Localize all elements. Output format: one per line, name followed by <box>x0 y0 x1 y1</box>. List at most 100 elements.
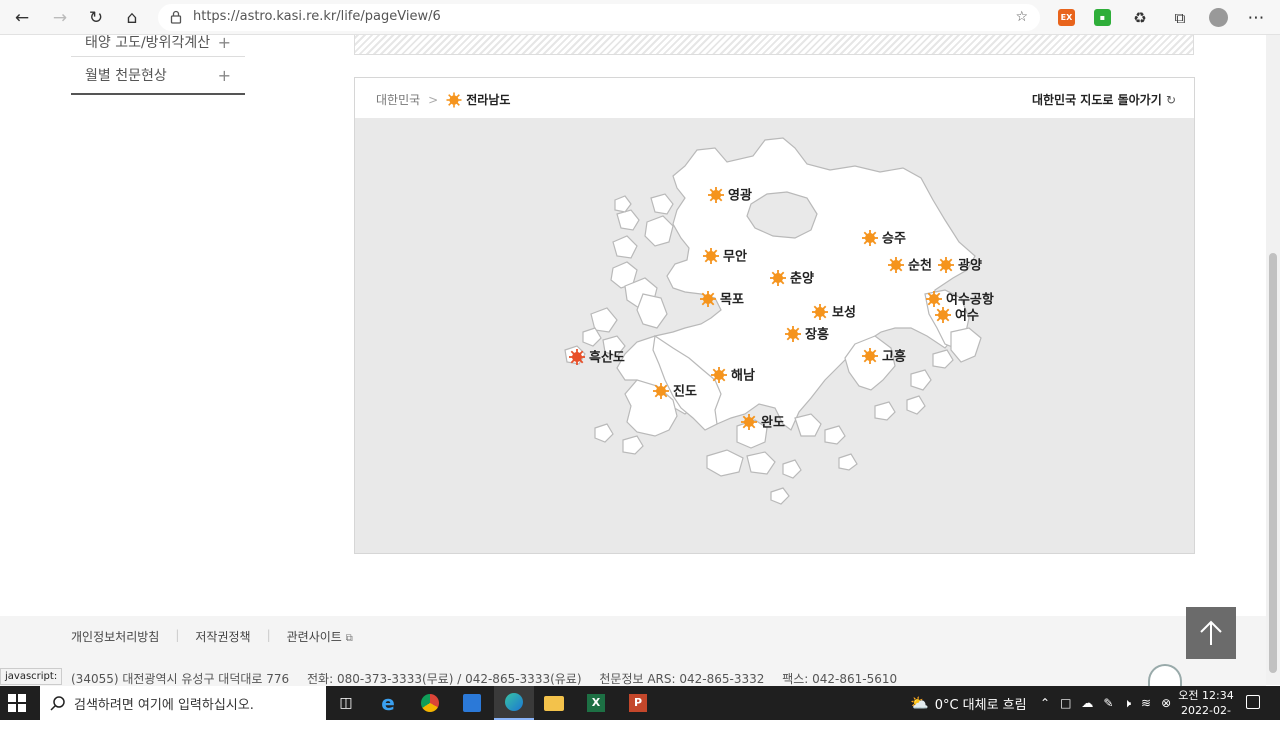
breadcrumb-separator-icon: > <box>428 92 439 107</box>
city-label: 장흥 <box>805 327 829 343</box>
sidebar-item-sun-altitude[interactable]: 태양 고도/방위각계산 + <box>71 35 245 57</box>
sun-icon <box>700 291 716 307</box>
new-window-icon: ⧉ <box>345 633 353 644</box>
back-icon[interactable]: ← <box>10 6 34 30</box>
task-view-icon[interactable]: ◫ <box>326 686 366 720</box>
calculator-app-icon[interactable] <box>452 686 492 720</box>
search-placeholder: 검색하려면 여기에 입력하십시오. <box>74 697 254 713</box>
sun-icon <box>935 307 951 323</box>
region-map-panel: 대한민국 > 전라남도 대한민국 지도로 돌아가기 ↻ 영광 승주 무안 춘양 … <box>354 77 1195 554</box>
chrome-icon[interactable] <box>410 686 450 720</box>
weather-text: 0°C 대체로 흐림 <box>934 697 1027 713</box>
internet-explorer-icon[interactable]: e <box>368 686 408 720</box>
scroll-to-top-button[interactable] <box>1186 607 1236 659</box>
notification-icon[interactable] <box>1246 695 1260 709</box>
breadcrumb-current: 전라남도 <box>466 93 511 107</box>
plus-icon: + <box>217 35 231 52</box>
pen-icon[interactable]: ✎ <box>1103 696 1113 710</box>
certification-logo <box>1148 664 1182 686</box>
address-bar[interactable]: https://astro.kasi.re.kr/life/pageView/6… <box>158 4 1040 31</box>
weather-widget[interactable]: ⛅ 0°C 대체로 흐림 <box>910 686 1027 720</box>
sidebar-menu: 태양 고도/방위각계산 + 월별 천문현상 + <box>71 35 245 95</box>
breadcrumb: 대한민국 > 전라남도 <box>376 91 510 108</box>
city-marker-12[interactable]: 흑산도 <box>569 349 625 366</box>
back-link-label: 대한민국 지도로 돌아가기 <box>1031 93 1162 107</box>
wifi-icon[interactable]: ≋ <box>1141 696 1151 710</box>
clock-time: 오전 12:34 <box>1178 689 1234 702</box>
volume-icon[interactable]: 🕨 <box>1123 696 1131 711</box>
more-menu-icon[interactable]: ⋯ <box>1244 6 1268 30</box>
sun-icon <box>926 291 942 307</box>
footer-link-copyright[interactable]: 저작권정책 <box>179 628 266 645</box>
extension-ex-icon[interactable]: EX <box>1058 9 1075 26</box>
taskbar-search-input[interactable]: 검색하려면 여기에 입력하십시오. <box>40 686 326 720</box>
windows-taskbar: 검색하려면 여기에 입력하십시오. ◫ e X P ⛅ 0°C 대체로 흐림 ⌃… <box>0 686 1280 732</box>
footer-link-privacy[interactable]: 개인정보처리방침 <box>71 628 175 645</box>
footer-links: 개인정보처리방침 | 저작권정책 | 관련사이트 ⧉ <box>71 628 369 645</box>
site-footer: 개인정보처리방침 | 저작권정책 | 관련사이트 ⧉ (34055) 대전광역시… <box>0 616 1266 686</box>
favorite-star-icon[interactable]: ☆ <box>1015 9 1028 25</box>
footer-ars: 천문정보 ARS: 042-865-3332 <box>599 672 765 686</box>
profile-avatar[interactable] <box>1209 8 1228 27</box>
scrollbar-thumb[interactable] <box>1269 253 1277 673</box>
browser-toolbar: ← → ↻ ⌂ https://astro.kasi.re.kr/life/pa… <box>0 0 1280 35</box>
extensions-puzzle-icon[interactable]: ♻ <box>1128 6 1152 30</box>
footer-address: (34055) 대전광역시 유성구 대덕대로 776 <box>71 672 290 686</box>
file-explorer-icon[interactable] <box>534 686 574 720</box>
search-icon <box>50 696 65 711</box>
city-label: 여수 <box>955 308 979 324</box>
sun-icon-red <box>569 349 585 365</box>
status-bar-tooltip: javascript: <box>0 668 63 685</box>
sun-icon <box>770 270 786 286</box>
breadcrumb-root[interactable]: 대한민국 <box>376 91 420 108</box>
taskbar-clock[interactable]: 오전 12:34 2022-02-08 <box>1176 688 1236 733</box>
sun-icon <box>711 367 727 383</box>
sun-icon <box>703 248 719 264</box>
city-label: 목포 <box>720 293 744 308</box>
city-label: 해남 <box>731 368 755 384</box>
refresh-arrow-icon: ↻ <box>1165 93 1176 107</box>
meet-now-icon[interactable]: □ <box>1060 696 1071 710</box>
sidebar-item-label: 태양 고도/방위각계산 <box>85 35 211 51</box>
home-icon[interactable]: ⌂ <box>120 6 144 30</box>
excel-icon[interactable]: X <box>576 686 616 720</box>
city-label: 순천 <box>908 259 932 274</box>
related-sites-label: 관련사이트 <box>286 630 342 644</box>
sidebar-item-label: 월별 천문현상 <box>85 68 167 84</box>
sun-icon <box>888 257 904 273</box>
city-label: 승주 <box>882 232 906 247</box>
powerpoint-icon[interactable]: P <box>618 686 658 720</box>
extension-green-icon[interactable]: ▪ <box>1094 9 1111 26</box>
sun-icon <box>938 257 954 273</box>
city-label: 진도 <box>673 384 697 400</box>
sun-icon <box>785 326 801 342</box>
close-circle-icon[interactable]: ⊗ <box>1161 696 1171 710</box>
system-tray: ⌃ □ ☁ ✎ 🕨 ≋ ⊗ <box>1040 686 1171 720</box>
city-label: 춘양 <box>790 272 814 287</box>
chevron-up-icon[interactable]: ⌃ <box>1040 696 1050 710</box>
collections-icon[interactable]: ⧉ <box>1168 6 1192 30</box>
footer-link-related-sites[interactable]: 관련사이트 ⧉ <box>271 628 369 645</box>
edge-browser-icon[interactable] <box>494 686 534 720</box>
url-text: https://astro.kasi.re.kr/life/pageView/6 <box>193 9 441 24</box>
reload-icon[interactable]: ↻ <box>84 6 108 30</box>
arrow-up-icon <box>1200 620 1222 645</box>
sidebar-item-monthly-phenomena[interactable]: 월별 천문현상 + <box>71 57 245 95</box>
footer-fax: 팩스: 042-861-5610 <box>782 672 898 686</box>
back-to-korea-map-link[interactable]: 대한민국 지도로 돌아가기 ↻ <box>1032 91 1176 108</box>
sun-icon <box>446 92 462 107</box>
windows-start-icon[interactable] <box>8 694 26 712</box>
sun-icon <box>862 348 878 364</box>
sun-icon <box>741 414 757 430</box>
footer-phone: 전화: 080-373-3333(무료) / 042-865-3333(유료) <box>307 672 582 686</box>
city-label: 영광 <box>728 189 752 204</box>
jeollanam-do-map: 영광승주무안춘양 순천 광양목포 여수공항보성 여수장흥흑산도 고흥해남진도완도 <box>564 137 994 505</box>
clock-date: 2022-02-08 <box>1181 704 1231 732</box>
plus-icon: + <box>217 65 231 85</box>
forward-icon[interactable]: → <box>48 6 72 30</box>
city-label: 흑산도 <box>589 350 625 366</box>
page-scrollbar[interactable] <box>1266 35 1280 685</box>
city-label: 무안 <box>723 249 747 265</box>
partly-cloudy-icon: ⛅ <box>910 694 929 712</box>
onedrive-cloud-icon[interactable]: ☁ <box>1081 696 1093 710</box>
